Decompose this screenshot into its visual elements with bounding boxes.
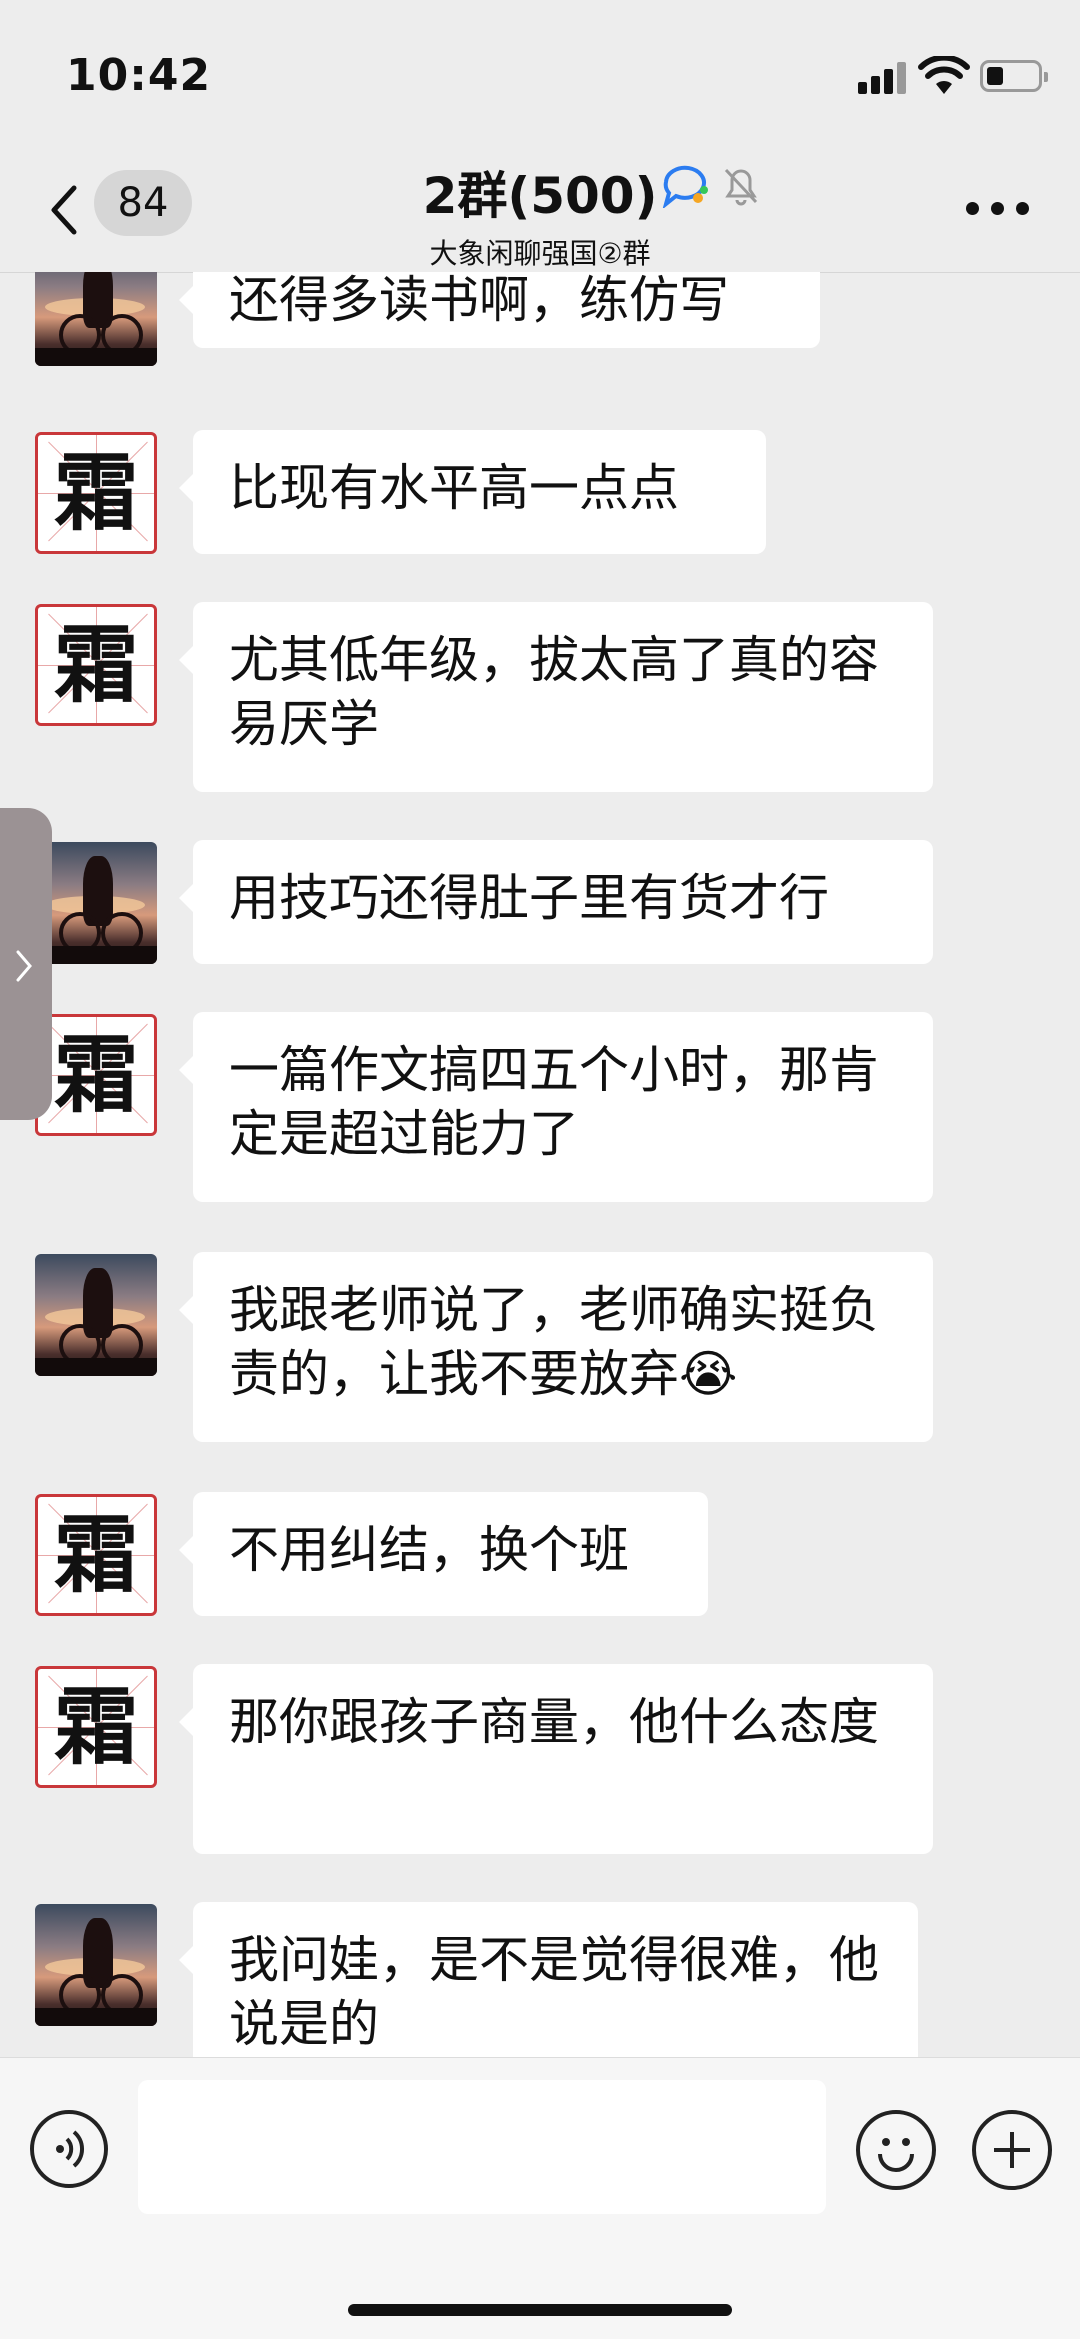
avatar[interactable]: 霜: [35, 1666, 157, 1788]
message-bubble[interactable]: 我跟老师说了，老师确实挺负责的，让我不要放弃😭: [179, 1252, 933, 1442]
avatar-glyph: 霜: [53, 1677, 138, 1776]
input-bar: [0, 2057, 1080, 2339]
avatar[interactable]: [35, 1254, 157, 1376]
chat-header: 84 2群(500) 大象闲聊强国②群: [0, 150, 1080, 273]
voice-icon[interactable]: [30, 2110, 108, 2188]
avatar[interactable]: [35, 272, 157, 366]
cellular-signal-icon: [858, 60, 908, 94]
avatar[interactable]: [35, 842, 157, 964]
avatar[interactable]: 霜: [35, 1014, 157, 1136]
battery-icon: [980, 60, 1048, 92]
home-indicator: [348, 2304, 732, 2316]
message-list[interactable]: 还得多读书啊，练仿写 霜 比现有水平高一点点 霜 尤其低年级，拔太高了真的容易厌…: [0, 272, 1080, 2057]
chat-subtitle: 大象闲聊强国②群: [429, 237, 651, 270]
avatar-glyph: 霜: [53, 1025, 138, 1124]
message-bubble[interactable]: 还得多读书啊，练仿写: [179, 272, 820, 348]
status-time: 10:42: [66, 50, 212, 101]
message-bubble[interactable]: 一篇作文搞四五个小时，那肯定是超过能力了: [179, 1012, 933, 1202]
avatar[interactable]: 霜: [35, 1494, 157, 1616]
message-bubble[interactable]: 那你跟孩子商量，他什么态度: [179, 1664, 933, 1854]
avatar[interactable]: 霜: [35, 432, 157, 554]
wifi-icon: [918, 56, 970, 94]
message-bubble[interactable]: 尤其低年级，拔太高了真的容易厌学: [179, 602, 933, 792]
more-icon[interactable]: [966, 202, 1030, 216]
avatar-glyph: 霜: [53, 443, 138, 542]
message-bubble[interactable]: 比现有水平高一点点: [179, 430, 766, 554]
message-bubble[interactable]: 我问娃，是不是觉得很难，他说是的: [179, 1902, 918, 2057]
chevron-right-icon: [16, 950, 32, 982]
message-bubble[interactable]: 用技巧还得肚子里有货才行: [179, 840, 933, 964]
plus-icon[interactable]: [972, 2110, 1052, 2190]
chat-title-area[interactable]: 2群(500) 大象闲聊强国②群: [0, 150, 1080, 272]
status-bar: 10:42: [0, 0, 1080, 150]
avatar[interactable]: 霜: [35, 604, 157, 726]
message-bubble[interactable]: 不用纠结，换个班: [179, 1492, 708, 1616]
avatar-glyph: 霜: [53, 1505, 138, 1604]
emoji-icon[interactable]: [856, 2110, 936, 2190]
avatar-glyph: 霜: [53, 615, 138, 714]
avatar[interactable]: [35, 1904, 157, 2026]
chat-title: 2群(500): [422, 167, 658, 225]
bell-muted-icon: [724, 168, 758, 206]
chat-bubble-icon: [662, 165, 708, 208]
message-input[interactable]: [138, 2080, 826, 2214]
side-drawer-tab[interactable]: [0, 808, 52, 1120]
